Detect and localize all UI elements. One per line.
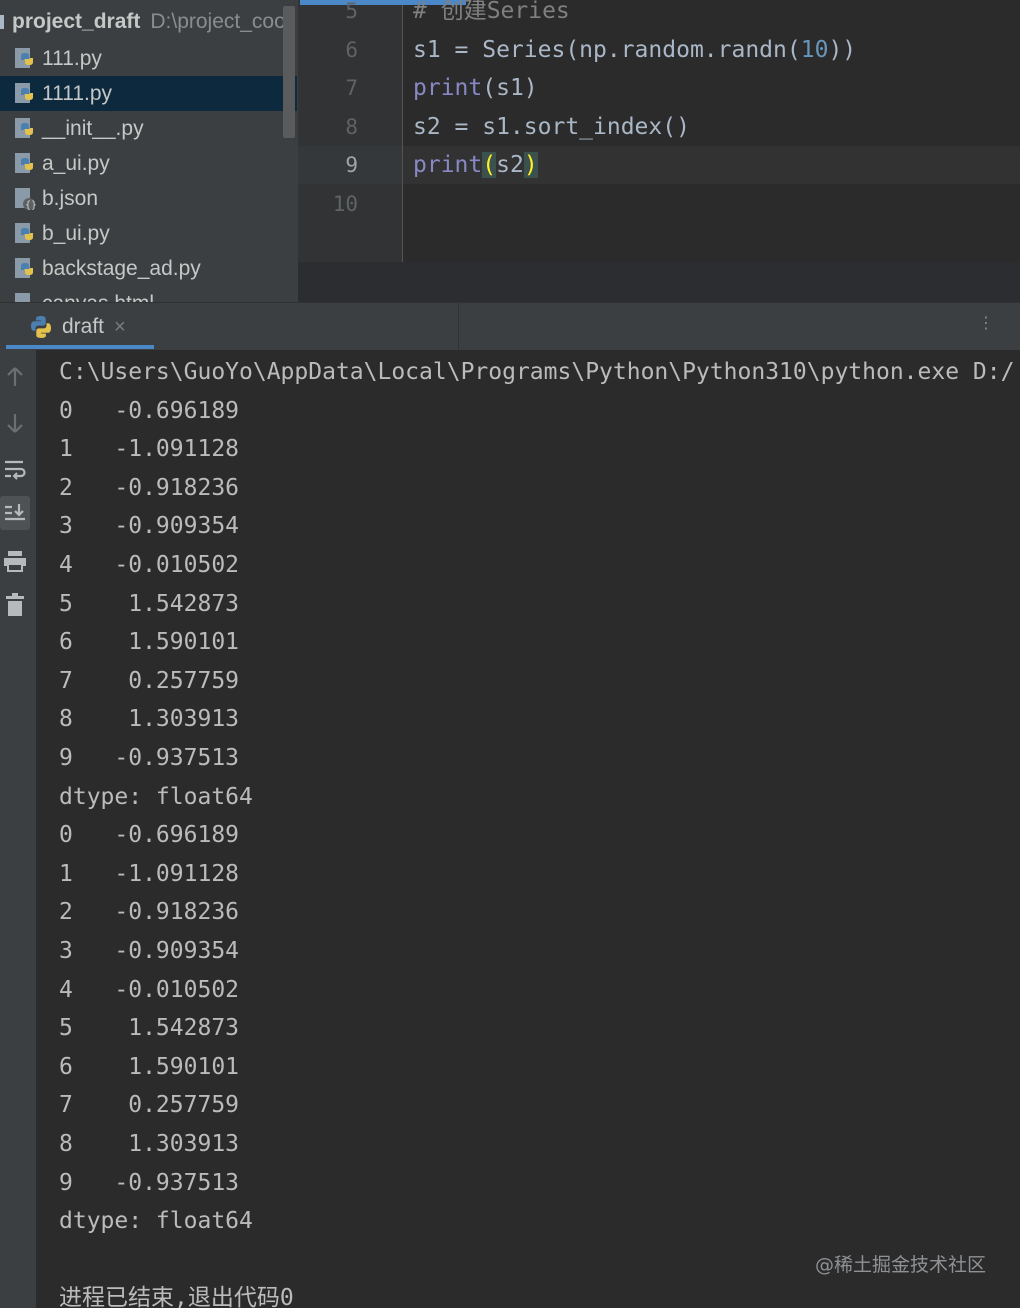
file-name: b.json bbox=[42, 186, 99, 210]
file-tree-item[interactable]: __init__.py bbox=[0, 111, 297, 146]
html-file-icon bbox=[15, 292, 30, 302]
file-tree-item[interactable]: {} b.json bbox=[0, 181, 297, 216]
line-number-current: 9 bbox=[345, 153, 358, 177]
file-name: 1111.py bbox=[42, 81, 113, 105]
code-comment: # 创建Series bbox=[413, 0, 570, 24]
line-number: 8 bbox=[345, 115, 358, 139]
project-root-node[interactable]: project_draft D:\project_coo bbox=[0, 4, 298, 40]
svg-text:{}: {} bbox=[25, 200, 37, 211]
console-line: dtype: float64 bbox=[59, 1208, 253, 1235]
run-tab-active-underline bbox=[6, 345, 154, 349]
file-name: backstage_ad.py bbox=[42, 256, 201, 280]
code-line-5[interactable]: # 创建Series bbox=[413, 0, 570, 30]
console-line: 9 -0.937513 bbox=[59, 745, 240, 771]
file-name: b_ui.py bbox=[42, 221, 110, 245]
print-icon[interactable] bbox=[0, 544, 30, 578]
console-line: 0 -0.696189 bbox=[59, 822, 240, 849]
header-separator bbox=[458, 303, 459, 351]
console-line: 9 -0.937513 bbox=[59, 1169, 240, 1196]
python-file-icon bbox=[15, 152, 33, 173]
code-text: (s1) bbox=[482, 75, 538, 101]
run-tab-label: draft bbox=[62, 315, 105, 338]
project-root-path: D:\project_coo bbox=[150, 10, 286, 33]
console-line: 4 -0.010502 bbox=[59, 552, 240, 578]
python-icon bbox=[31, 316, 51, 338]
console-line: 2 -0.918236 bbox=[59, 474, 240, 501]
console-line: 4 -0.010502 bbox=[59, 976, 240, 1003]
code-line-6[interactable]: s1 = Series(np.random.randn(10)) bbox=[413, 31, 856, 69]
file-tree-item[interactable]: b_ui.py bbox=[0, 216, 297, 251]
run-tab-draft[interactable]: draft × bbox=[6, 303, 154, 351]
file-tree-item[interactable]: backstage_ad.py bbox=[0, 251, 297, 286]
console-line: 5 1.542873 bbox=[59, 590, 240, 617]
file-name: 111.py bbox=[42, 46, 102, 70]
matched-paren-open: ( bbox=[482, 152, 497, 178]
console-line: 3 -0.909354 bbox=[59, 513, 240, 540]
console-line: 1 -1.091128 bbox=[59, 436, 240, 463]
file-name: __init__.py bbox=[42, 116, 144, 140]
scroll-to-end-icon[interactable] bbox=[0, 496, 30, 530]
console-line: 8 1.303913 bbox=[59, 706, 240, 733]
more-options-icon[interactable]: ⋮ bbox=[978, 313, 994, 333]
console-line: 1 -1.091128 bbox=[59, 860, 240, 887]
code-text: s2 = s1.sort_index() bbox=[413, 114, 690, 140]
file-tree-item[interactable]: a_ui.py bbox=[0, 146, 297, 181]
python-file-icon bbox=[15, 47, 33, 68]
code-text: s1 = Series(np.random.randn( bbox=[413, 37, 801, 63]
run-tool-window-header: draft × ⋮ bbox=[0, 302, 1020, 351]
console-line: 8 1.303913 bbox=[59, 1131, 240, 1157]
code-number: 10 bbox=[800, 37, 829, 63]
soft-wrap-icon[interactable] bbox=[0, 452, 30, 486]
console-line: 7 0.257759 bbox=[59, 667, 240, 694]
up-arrow-icon[interactable] bbox=[0, 360, 30, 394]
python-file-icon bbox=[15, 222, 33, 243]
code-line-8[interactable]: s2 = s1.sort_index() bbox=[413, 108, 690, 146]
down-arrow-icon[interactable] bbox=[0, 406, 30, 440]
file-name: a_ui.py bbox=[42, 151, 110, 175]
close-icon[interactable]: × bbox=[114, 316, 126, 339]
python-file-icon bbox=[15, 117, 33, 138]
code-line-7[interactable]: print(s1) bbox=[413, 69, 538, 107]
console-line: C:\Users\GuoYo\AppData\Local\Programs\Py… bbox=[59, 359, 1015, 385]
file-tree-item[interactable]: canvas.html bbox=[0, 286, 297, 302]
code-line-9[interactable]: print(s2) bbox=[413, 146, 538, 184]
python-file-icon bbox=[15, 82, 33, 103]
editor-bottom-filler bbox=[298, 262, 1020, 302]
project-root-name: project_draft bbox=[12, 10, 141, 33]
file-name: canvas.html bbox=[42, 292, 154, 303]
json-file-icon: {} bbox=[15, 187, 37, 211]
gutter-separator bbox=[402, 0, 403, 262]
file-tree-item[interactable]: 1111.py bbox=[0, 76, 297, 111]
console-line: 进程已结束,退出代码0 bbox=[59, 1285, 294, 1308]
line-number: 7 bbox=[345, 76, 358, 100]
run-toolbar bbox=[0, 350, 36, 1308]
python-file-icon bbox=[15, 257, 33, 278]
trash-icon[interactable] bbox=[0, 588, 30, 622]
console-line: 6 1.590101 bbox=[59, 1053, 240, 1080]
tree-edge-marker bbox=[0, 15, 4, 29]
matched-paren-close: ) bbox=[523, 152, 538, 178]
code-text: s2 bbox=[496, 152, 524, 178]
line-number: 5 bbox=[345, 0, 358, 23]
console-line: 7 0.257759 bbox=[59, 1092, 240, 1119]
project-scrollbar[interactable] bbox=[283, 6, 295, 138]
console-line: 2 -0.918236 bbox=[59, 899, 240, 926]
console-line: 3 -0.909354 bbox=[59, 938, 240, 964]
code-builtin: print bbox=[413, 75, 483, 101]
console-line: 5 1.542873 bbox=[59, 1015, 240, 1042]
file-tree-item[interactable]: 111.py bbox=[0, 41, 297, 76]
watermark: @稀土掘金技术社区 bbox=[814, 1254, 986, 1276]
code-builtin: print bbox=[413, 152, 483, 178]
console-line: dtype: float64 bbox=[59, 783, 253, 810]
project-tree-panel: project_draft D:\project_coo 111.py 1111.… bbox=[0, 0, 298, 302]
line-number: 6 bbox=[345, 38, 358, 62]
line-number: 10 bbox=[332, 192, 358, 216]
console-line: 0 -0.696189 bbox=[59, 397, 240, 424]
console-line: 6 1.590101 bbox=[59, 629, 240, 656]
console-output[interactable]: C:\Users\GuoYo\AppData\Local\Programs\Py… bbox=[36, 350, 1020, 1308]
code-text: )) bbox=[828, 37, 857, 63]
